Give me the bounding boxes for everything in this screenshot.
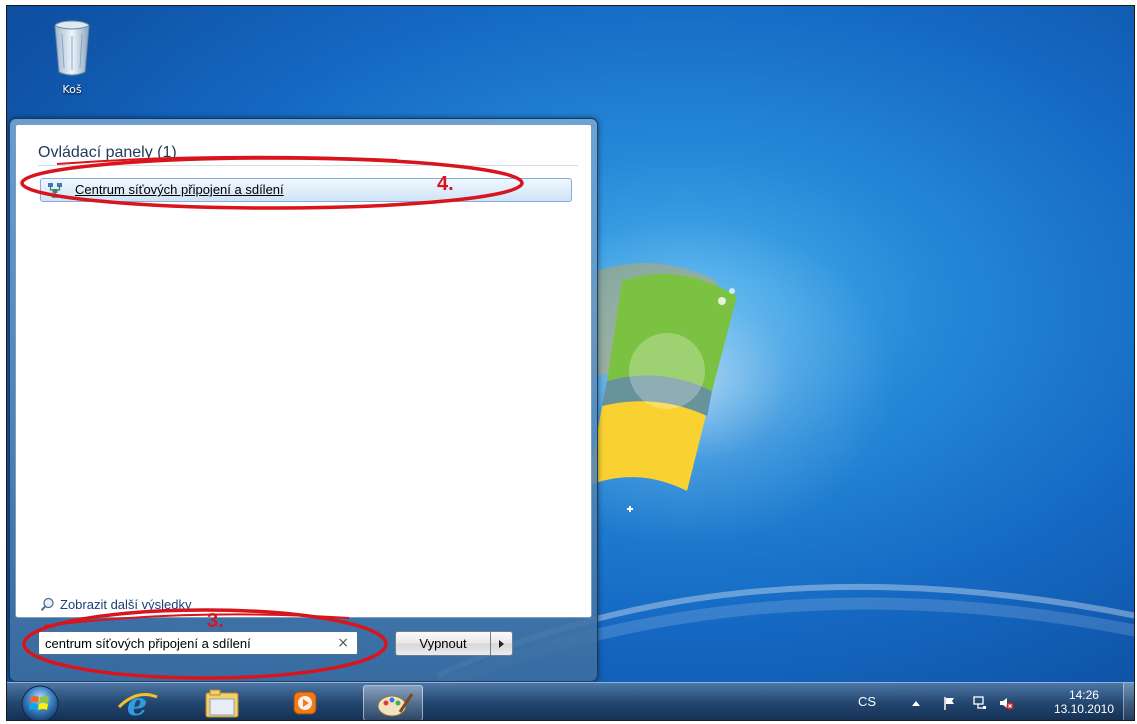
action-center-flag-icon[interactable] [942,695,958,711]
recycle-bin-label: Koš [62,83,82,96]
magnifier-icon [40,597,54,611]
taskbar-paint[interactable] [363,685,423,720]
taskbar-windows-explorer[interactable] [192,685,252,720]
taskbar: e CS 14:26 13.10.2010 [7,682,1134,721]
results-group-title-text: Ovládací panely (1) [38,144,177,161]
notification-area: CS 14:26 13.10.2010 [846,683,1134,720]
media-player-icon [293,691,317,715]
taskbar-media-player[interactable] [275,685,335,720]
see-more-results-text: Zobrazit další výsledky [60,597,192,612]
taskbar-internet-explorer[interactable]: e [107,685,167,721]
svg-text:e: e [127,685,147,721]
search-results-pane: Ovládací panely (1) Centrum síťových při… [15,124,592,618]
annotation-step-3: 3. [207,610,224,632]
start-search-box[interactable]: × [38,631,358,655]
recycle-bin-shortcut[interactable]: Koš [37,20,107,96]
recycle-bin-icon [54,20,90,76]
start-button-icon[interactable] [19,683,61,721]
language-indicator[interactable]: CS [858,694,876,709]
results-group-title[interactable]: Ovládací panely (1) [38,144,578,166]
clock-date: 13.10.2010 [1053,702,1114,716]
paint-icon [377,693,414,717]
windows-explorer-icon [205,689,239,718]
clock-time: 14:26 [1068,688,1099,702]
clear-search-icon[interactable]: × [337,635,349,651]
search-input[interactable] [45,634,315,652]
network-icon [48,183,62,198]
result-network-sharing-center[interactable]: Centrum síťových připojení a sdílení [40,178,572,202]
internet-explorer-icon: e [117,685,158,721]
shutdown-button[interactable]: Vypnout [395,631,491,656]
volume-muted-icon[interactable] [998,695,1014,711]
start-menu: Ovládací panely (1) Centrum síťových při… [9,118,598,682]
group-separator [38,165,578,166]
network-tray-icon[interactable] [972,695,988,711]
screenshot-frame: Koš Ovládací panely (1) Centrum síťových… [6,5,1135,721]
annotation-step-4: 4. [437,173,454,195]
clock[interactable]: 14:26 13.10.2010 [1054,688,1114,716]
shutdown-options-arrow-icon[interactable] [491,631,513,656]
desktop[interactable]: Koš Ovládací panely (1) Centrum síťových… [7,6,1134,720]
result-label: Centrum síťových připojení a sdílení [75,182,284,197]
show-desktop-button[interactable] [1123,683,1134,720]
show-hidden-icons-icon[interactable] [908,695,924,711]
